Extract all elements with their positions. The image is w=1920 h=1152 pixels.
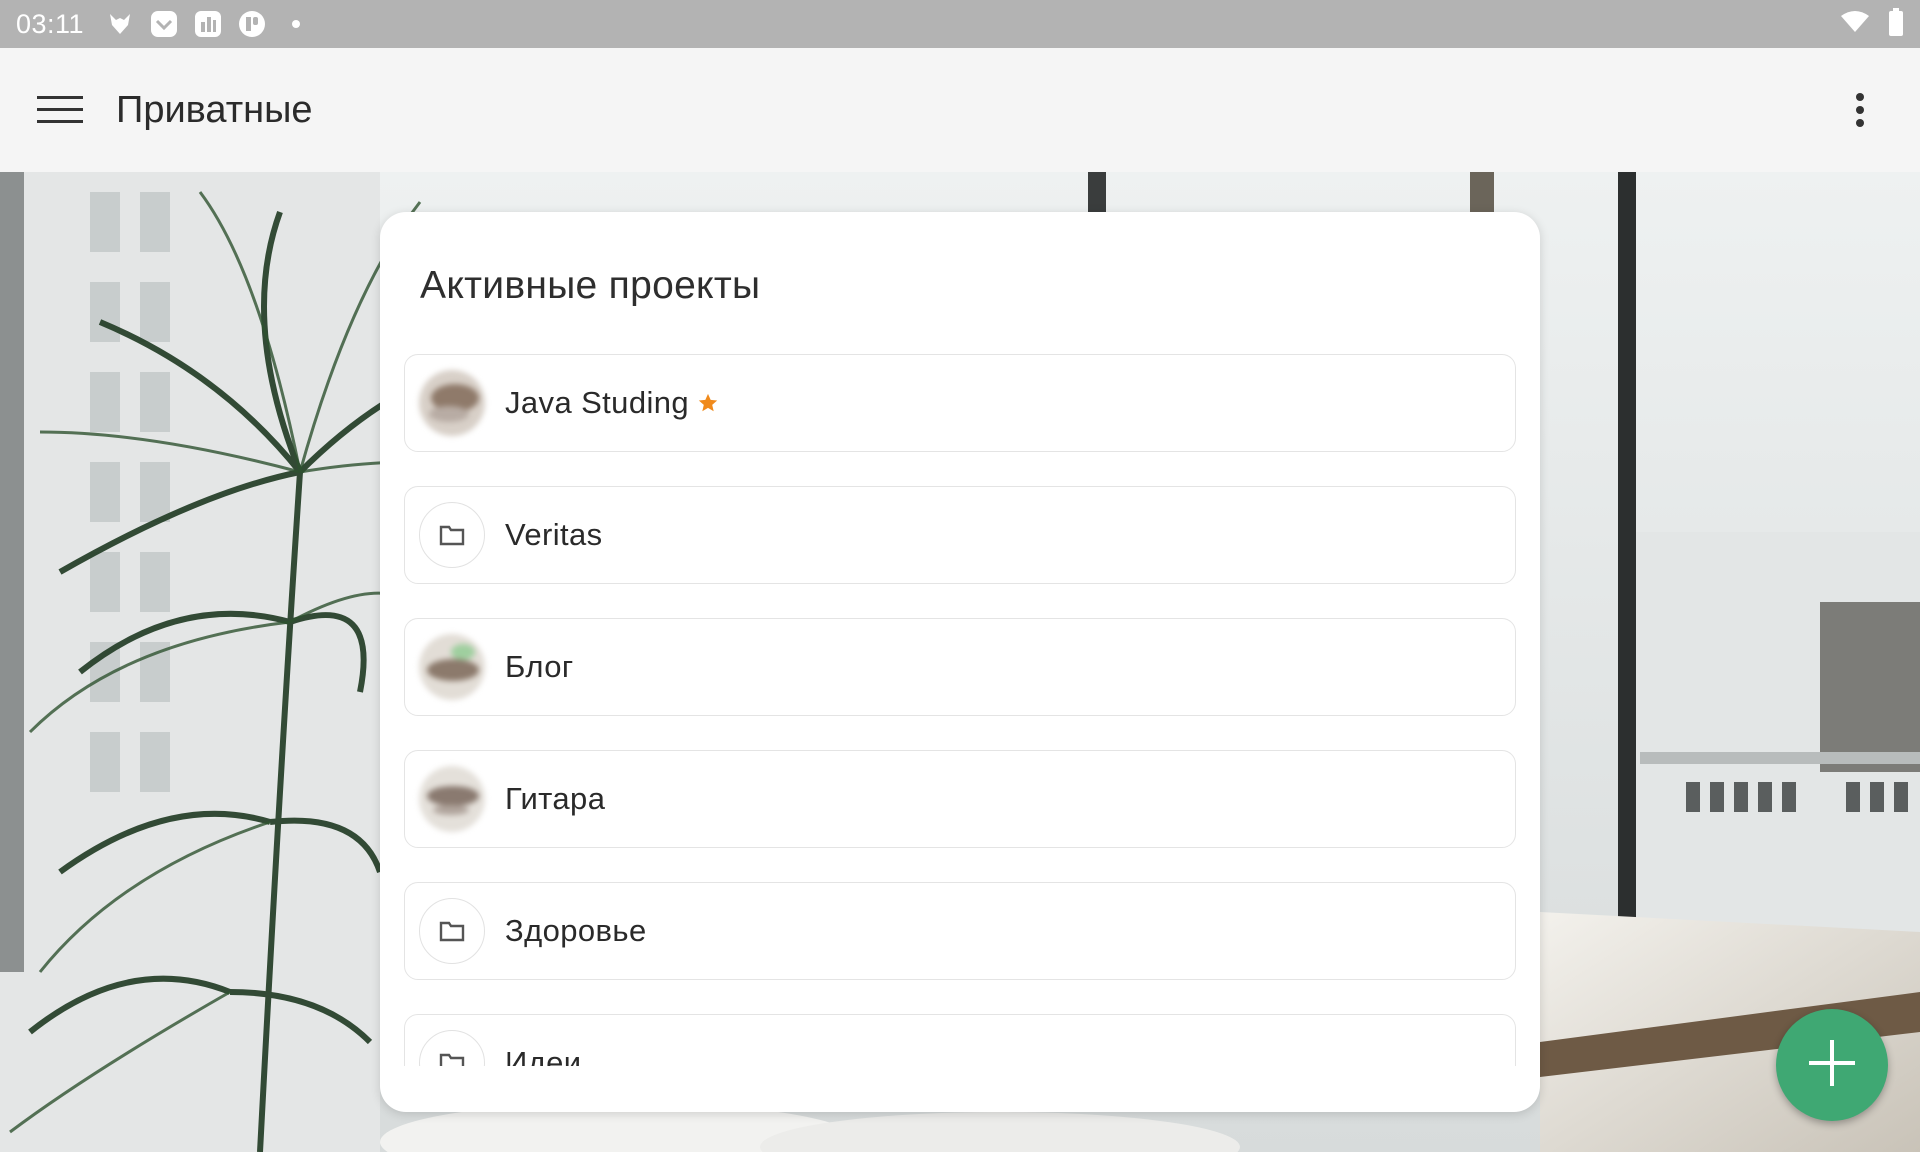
- status-right: [1840, 7, 1904, 41]
- card-title: Активные проекты: [420, 264, 761, 307]
- project-label: Блог: [505, 649, 574, 684]
- project-avatar: [419, 634, 485, 700]
- project-label: Java Studing: [505, 385, 690, 420]
- project-label: Идеи: [505, 1045, 582, 1066]
- chart-box-icon: [194, 10, 222, 38]
- plus-icon: [1807, 1038, 1857, 1093]
- app-bar: Приватные: [0, 48, 1920, 172]
- active-projects-card: Активные проекты Java Studing Veritas Бл…: [380, 212, 1540, 1112]
- fox-icon: [106, 10, 134, 38]
- dot-icon: [282, 10, 310, 38]
- project-avatar: [419, 766, 485, 832]
- battery-icon: [1888, 7, 1904, 41]
- project-label: Здоровье: [505, 913, 647, 948]
- app-circle-icon: [238, 10, 266, 38]
- project-label: Veritas: [505, 517, 603, 552]
- project-item-blog[interactable]: Блог: [404, 618, 1516, 716]
- star-icon: [697, 392, 719, 414]
- folder-icon: [419, 502, 485, 568]
- projects-list[interactable]: Java Studing Veritas Блог Гитара Здоровь…: [404, 354, 1516, 1066]
- project-label: Гитара: [505, 781, 606, 816]
- project-item-guitar[interactable]: Гитара: [404, 750, 1516, 848]
- wifi-icon: [1840, 10, 1870, 39]
- folder-icon: [419, 1030, 485, 1066]
- project-item-health[interactable]: Здоровье: [404, 882, 1516, 980]
- hamburger-menu-icon[interactable]: [30, 80, 90, 140]
- project-avatar: [419, 370, 485, 436]
- status-bar: 03:11: [0, 0, 1920, 48]
- page-title: Приватные: [116, 88, 313, 131]
- status-time: 03:11: [16, 8, 85, 39]
- check-box-icon: [150, 10, 178, 38]
- folder-icon: [419, 898, 485, 964]
- project-item-veritas[interactable]: Veritas: [404, 486, 1516, 584]
- add-project-button[interactable]: [1776, 1009, 1888, 1121]
- more-vert-icon[interactable]: [1840, 80, 1880, 140]
- project-item-ideas[interactable]: Идеи: [404, 1014, 1516, 1066]
- project-item-java-studing[interactable]: Java Studing: [404, 354, 1516, 452]
